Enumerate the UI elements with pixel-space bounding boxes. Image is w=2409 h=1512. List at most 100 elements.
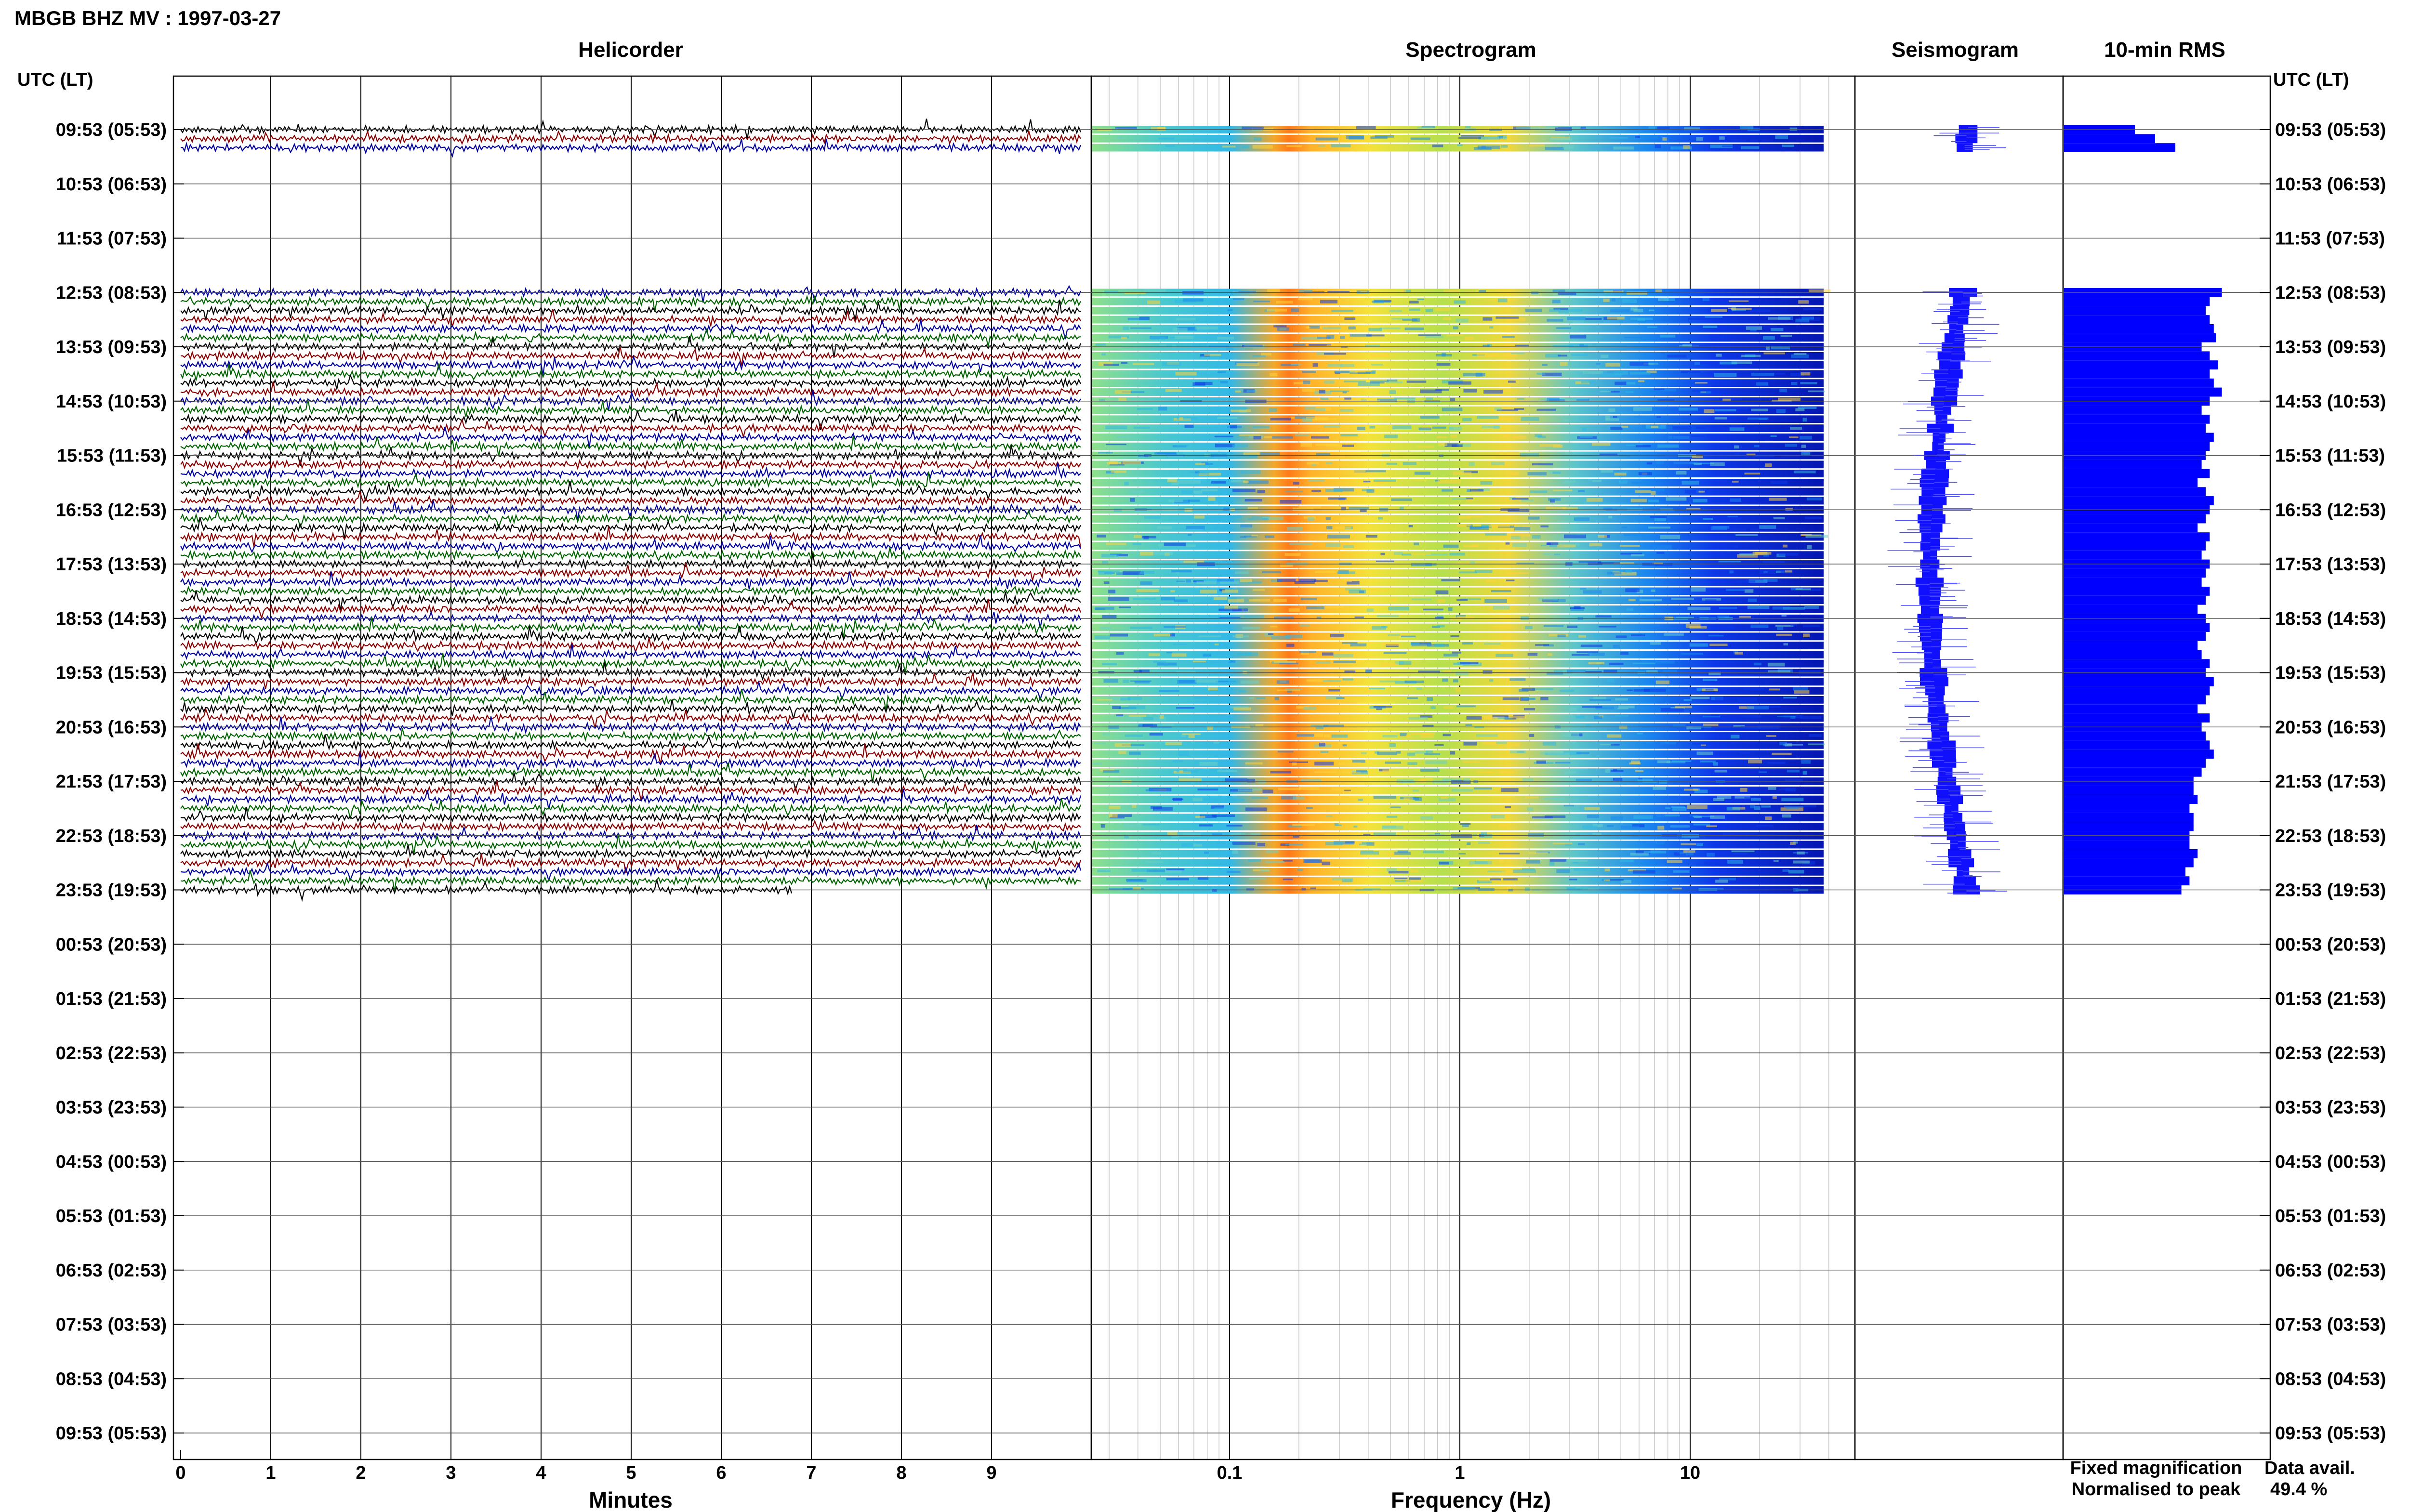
hour-label-left: 02:53 (22:53) — [56, 1043, 167, 1064]
hour-label-left: 00:53 (20:53) — [56, 934, 167, 955]
rms-bar — [2064, 532, 2210, 541]
spectrogram-row — [1091, 768, 1824, 776]
freq-tick-label: 0.1 — [1217, 1463, 1243, 1483]
rms-bar — [2064, 306, 2206, 316]
seismogram-envelope — [1936, 786, 1961, 795]
hour-label-left: 06:53 (02:53) — [56, 1261, 167, 1281]
seismogram-envelope — [1921, 532, 1940, 541]
rms-bar — [2064, 605, 2198, 614]
rms-bar — [2064, 496, 2214, 505]
rms-bar — [2064, 469, 2210, 478]
hour-label-left: 09:53 (05:53) — [56, 1423, 167, 1444]
minute-tick-label: 8 — [896, 1463, 906, 1483]
minute-tick-label: 0 — [175, 1463, 185, 1483]
hour-label-right: 08:53 (04:53) — [2275, 1369, 2386, 1389]
rms-bar — [2064, 297, 2210, 306]
legend-normalised-to-peak: Normalised to peak — [2072, 1479, 2241, 1499]
rms-bar — [2064, 631, 2206, 641]
spectrogram-row — [1091, 714, 1824, 722]
minute-tick-label: 4 — [536, 1463, 546, 1483]
rms-bar — [2064, 876, 2190, 886]
hour-label-left: 23:53 (19:53) — [56, 881, 167, 901]
rms-bar — [2064, 650, 2202, 659]
rms-bar — [2064, 578, 2202, 587]
spectrogram-row — [1091, 569, 1824, 577]
x-axis-ticks: 0 1 2 3 4 5 6 7 8 9 0.1 1 10 — [175, 1448, 1700, 1483]
rms-bar — [2064, 659, 2210, 669]
hour-label-left: 09:53 (05:53) — [56, 120, 167, 140]
rms-bar — [2064, 704, 2198, 714]
seismogram-envelope — [1935, 378, 1959, 388]
spectrogram-row — [1091, 623, 1824, 631]
seismogram-envelope — [1939, 360, 1961, 369]
rms-bar — [2064, 433, 2214, 442]
rms-bar — [2064, 324, 2214, 333]
hour-label-left: 13:53 (09:53) — [56, 337, 167, 357]
rms-bar — [2064, 406, 2202, 415]
seismogram-envelope — [1920, 605, 1939, 614]
rms-bar — [2064, 369, 2210, 379]
freq-tick-label: 10 — [1680, 1463, 1700, 1483]
minute-tick-label: 6 — [716, 1463, 726, 1483]
spectrogram-row — [1091, 868, 1824, 876]
spectrogram-frame — [1090, 75, 1856, 1460]
seismogram-envelope — [1948, 858, 1974, 868]
spectrogram-title: Spectrogram — [1405, 38, 1536, 62]
hour-label-left: 21:53 (17:53) — [56, 772, 167, 792]
rms-bar — [2064, 813, 2194, 822]
hour-label-left: 04:53 (00:53) — [56, 1152, 167, 1172]
hour-label-right: 09:53 (05:53) — [2275, 120, 2386, 140]
spectrogram-row — [1091, 605, 1824, 613]
rms-bar — [2064, 351, 2210, 361]
minutes-axis-label: Minutes — [589, 1487, 673, 1512]
seismogram-envelope — [1919, 496, 1947, 505]
rms-bar — [2064, 487, 2206, 497]
seismogram-envelope — [1944, 333, 1965, 342]
rms-bar — [2064, 804, 2190, 813]
hour-label-right: 16:53 (12:53) — [2275, 500, 2386, 520]
rms-bar — [2064, 731, 2206, 741]
rms-bar — [2064, 442, 2210, 451]
rms-bar — [2064, 795, 2198, 804]
seismogram-envelope — [1937, 795, 1963, 804]
hour-label-left: 05:53 (01:53) — [56, 1206, 167, 1226]
spectrogram-panel — [1091, 76, 1831, 1459]
helicorder-panel — [180, 76, 1082, 1459]
hour-label-right: 03:53 (23:53) — [2275, 1098, 2386, 1118]
seismogram-envelope — [1932, 433, 1946, 442]
rms-bar — [2064, 867, 2185, 877]
seismogram-envelope — [1918, 514, 1946, 524]
rms-bar — [2064, 740, 2210, 750]
rms-bar — [2064, 523, 2198, 533]
rms-title: 10-min RMS — [2104, 38, 2225, 62]
seismogram-envelope — [1921, 641, 1942, 650]
seismogram-envelope — [1924, 650, 1940, 659]
minute-tick-label: 5 — [626, 1463, 636, 1483]
rms-bar — [2064, 641, 2198, 650]
rms-bar — [2064, 858, 2194, 868]
hour-label-left: 15:53 (11:53) — [57, 446, 167, 466]
freq-tick-label: 1 — [1455, 1463, 1465, 1483]
rms-bar — [2064, 749, 2214, 759]
legend-fixed-magnification: Fixed magnification — [2070, 1458, 2242, 1478]
seismogram-envelope — [1921, 487, 1946, 497]
rms-bar — [2064, 478, 2198, 487]
hour-label-left: 16:53 (12:53) — [56, 500, 167, 520]
hour-label-right: 10:53 (06:53) — [2275, 174, 2386, 195]
rms-bar — [2064, 713, 2210, 723]
hour-label-right: 06:53 (02:53) — [2275, 1261, 2386, 1281]
rms-bar — [2064, 840, 2190, 849]
rms-bar — [2064, 568, 2206, 578]
spectrogram-row — [1091, 134, 1824, 143]
utc-header-left: UTC (LT) — [17, 70, 93, 90]
spectrogram-row — [1091, 750, 1824, 758]
hour-label-right: 18:53 (14:53) — [2275, 609, 2386, 629]
seismogram-envelope — [1919, 523, 1943, 533]
seismogram-envelope — [1947, 315, 1969, 324]
rms-bar — [2064, 387, 2222, 397]
seismogram-envelope — [1919, 623, 1943, 632]
seismogram-envelope — [1928, 695, 1944, 705]
hour-label-right: 14:53 (10:53) — [2275, 392, 2386, 412]
hour-label-right: 17:53 (13:53) — [2275, 554, 2386, 575]
rms-bar — [2064, 686, 2210, 696]
